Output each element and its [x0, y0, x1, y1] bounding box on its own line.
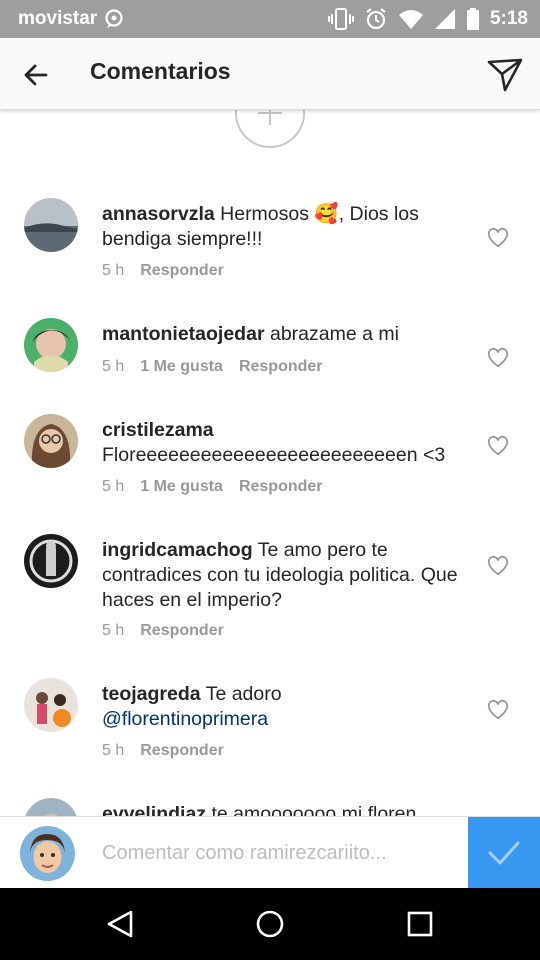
comment-time: 5 h: [102, 262, 125, 279]
send-icon: [487, 58, 523, 92]
comment-message: te amooooooo mi floren: [211, 803, 417, 816]
page-title: Comentarios: [90, 58, 231, 84]
comment-text: mantonietaojedar abrazame a mi: [102, 322, 472, 347]
comment-meta: 5 h 1 Me gusta Responder: [102, 358, 323, 376]
reply-button[interactable]: Responder: [239, 358, 323, 376]
clock: 5:18: [489, 8, 528, 29]
circle-home-icon: [256, 910, 284, 938]
post-comment-button[interactable]: [468, 817, 540, 889]
comment-text: cristilezama Floreeeeeeeeeeeeeeeeeeeeeee…: [102, 418, 472, 468]
comment-username[interactable]: mantonietaojedar: [102, 323, 265, 345]
comment-username[interactable]: annasorvzla: [102, 203, 215, 225]
comment-meta: 5 h Responder: [102, 622, 224, 640]
comment-username[interactable]: ingridcamachog: [102, 539, 253, 561]
reply-button[interactable]: Responder: [140, 622, 224, 640]
alarm-icon: [366, 8, 386, 30]
triangle-back-icon: [107, 910, 133, 938]
avatar[interactable]: [24, 678, 78, 732]
nav-home-button[interactable]: [250, 904, 290, 944]
reply-button[interactable]: Responder: [140, 742, 224, 760]
signal-icon: [434, 9, 455, 29]
comment-meta: 5 h 1 Me gusta Responder: [102, 478, 323, 496]
comment-compose-bar: [0, 816, 540, 889]
avatar[interactable]: [24, 318, 78, 372]
avatar[interactable]: [24, 534, 78, 588]
heart-icon[interactable]: [487, 700, 509, 720]
comment-input[interactable]: [102, 839, 452, 867]
avatar[interactable]: [24, 198, 78, 252]
avatar[interactable]: [24, 414, 78, 468]
heart-icon[interactable]: [487, 228, 509, 248]
comment-mention-link[interactable]: @florentinoprimera: [102, 708, 268, 730]
comment-time: 5 h: [102, 622, 125, 639]
comment-time: 5 h: [102, 478, 125, 495]
app-bar: Comentarios: [0, 38, 540, 110]
comment-username[interactable]: teojagreda: [102, 683, 201, 705]
vibrate-icon: [327, 8, 354, 30]
heart-icon[interactable]: [487, 556, 509, 576]
share-button[interactable]: [484, 54, 526, 96]
carrier-name: movistar: [18, 8, 98, 29]
comment-text: ingridcamachog Te amo pero te contradice…: [102, 538, 472, 613]
comment-message: abrazame a mi: [269, 323, 399, 345]
wifi-icon: [398, 10, 423, 29]
heart-icon[interactable]: [487, 348, 509, 368]
plus-icon: [258, 110, 282, 125]
comment-meta: 5 h Responder: [102, 742, 224, 760]
status-bar: movistar 5:18: [0, 0, 540, 38]
reply-button[interactable]: Responder: [140, 262, 224, 280]
comment-time: 5 h: [102, 742, 125, 759]
load-more-button[interactable]: [235, 110, 305, 148]
comment-text: evvelindiaz te amooooooo mi floren: [102, 802, 472, 816]
comment-message: Floreeeeeeeeeeeeeeeeeeeeeeeeen <3: [102, 444, 446, 466]
comment-message: Te adoro: [205, 683, 282, 705]
heart-icon[interactable]: [487, 436, 509, 456]
reply-button[interactable]: Responder: [239, 478, 323, 496]
comment-meta: 5 h Responder: [102, 262, 224, 280]
comments-list[interactable]: annasorvzla Hermosos 🥰, Dios los bendiga…: [0, 110, 540, 816]
square-recents-icon: [407, 911, 433, 937]
comment-username[interactable]: cristilezama: [102, 419, 214, 441]
comment-likes[interactable]: 1 Me gusta: [140, 478, 223, 496]
comment-text: annasorvzla Hermosos 🥰, Dios los bendiga…: [102, 202, 472, 252]
notification-icon: [105, 9, 123, 28]
comment-likes[interactable]: 1 Me gusta: [140, 358, 223, 376]
battery-icon: [466, 8, 479, 30]
checkmark-icon: [488, 841, 520, 865]
system-nav-bar: [0, 888, 540, 960]
comment-username[interactable]: evvelindiaz: [102, 803, 206, 816]
nav-back-button[interactable]: [100, 904, 140, 944]
nav-recents-button[interactable]: [400, 904, 440, 944]
comment-text: teojagreda Te adoro @florentinoprimera: [102, 682, 472, 732]
user-avatar: [20, 826, 75, 881]
avatar[interactable]: [24, 798, 78, 816]
back-button[interactable]: [16, 56, 54, 94]
status-icons: 5:18: [327, 6, 528, 32]
comment-time: 5 h: [102, 358, 125, 375]
back-arrow-icon: [24, 64, 48, 86]
